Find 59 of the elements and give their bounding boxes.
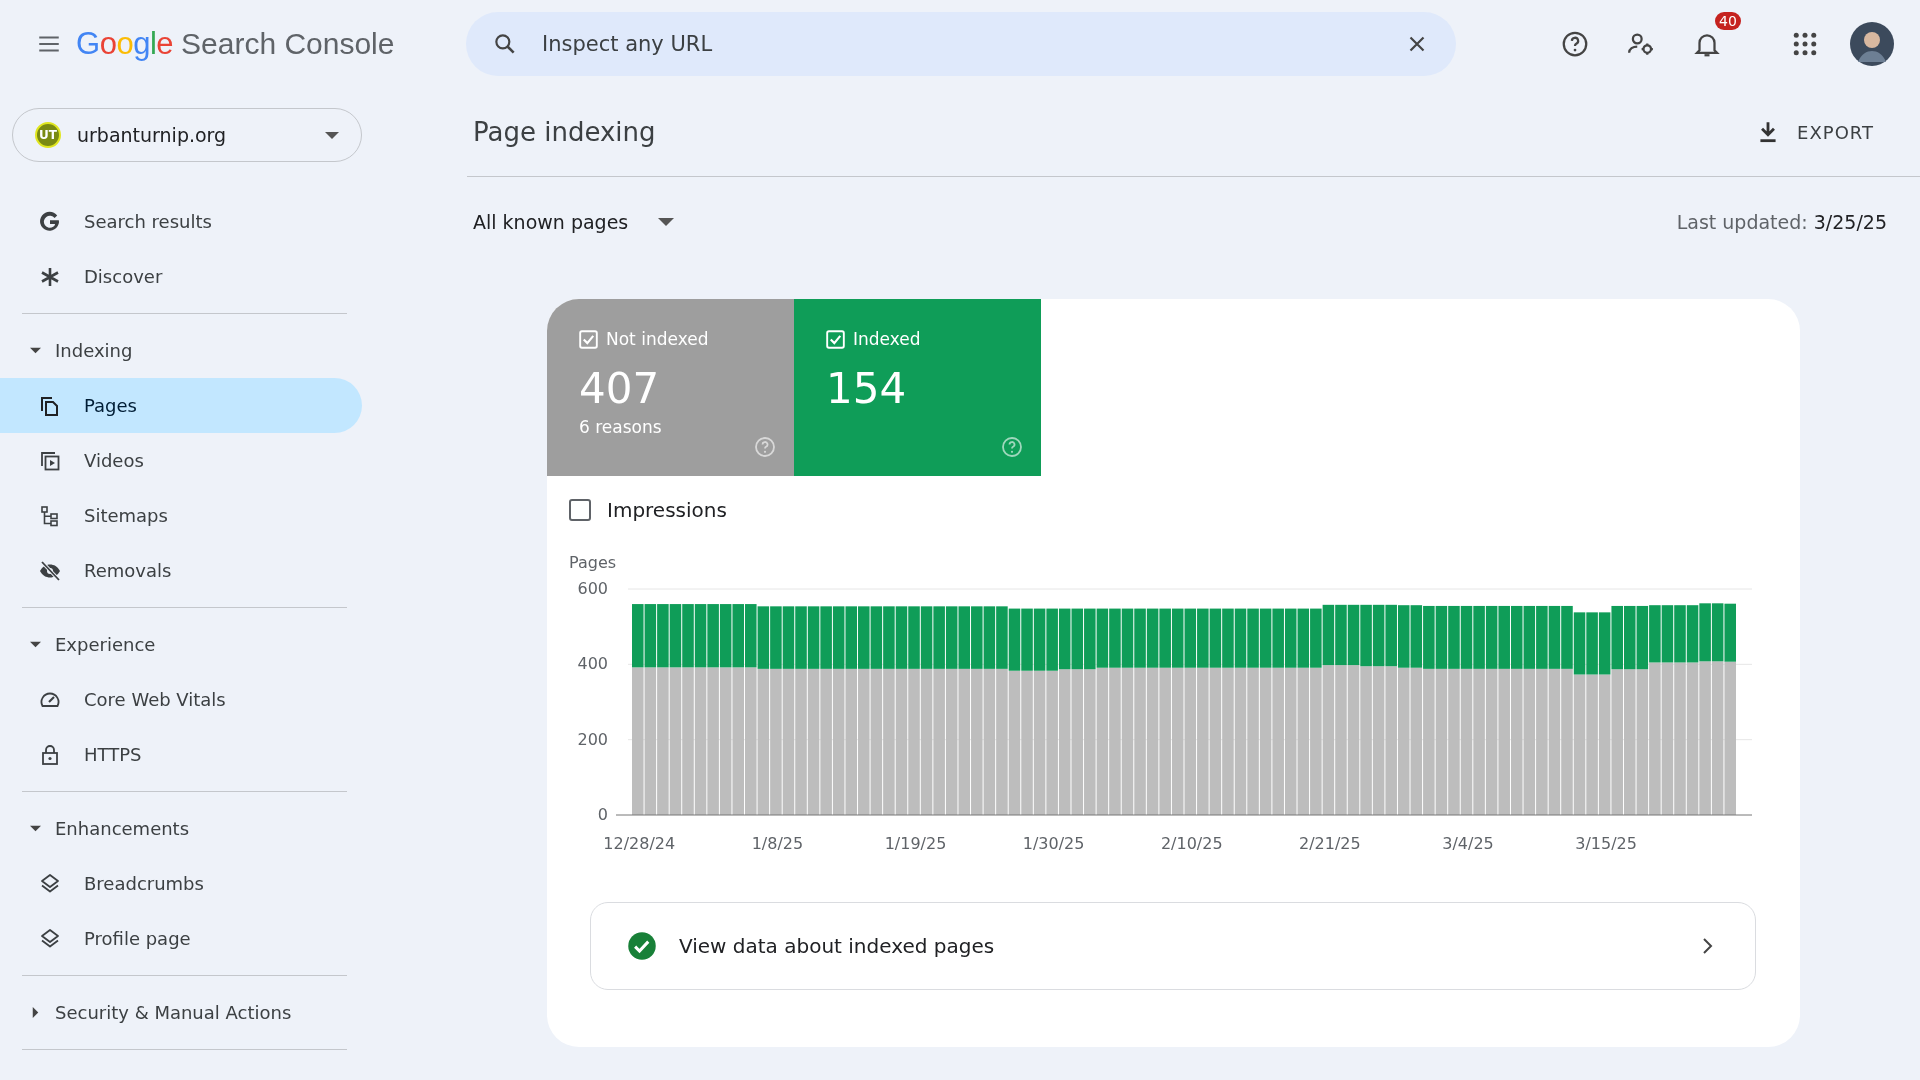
axis-title: Pages xyxy=(569,553,617,572)
caret-icon xyxy=(30,639,41,650)
checkbox-icon xyxy=(826,329,845,349)
checkbox-icon xyxy=(579,329,598,349)
axis-tick-label: 1/8/25 xyxy=(751,834,804,852)
axis-tick-label: 12/28/24 xyxy=(603,834,676,852)
impressions-checkbox[interactable] xyxy=(569,499,591,521)
caret-icon xyxy=(30,1007,41,1018)
notification-badge: 40 xyxy=(1715,12,1741,30)
axis-tick-label: 3/15/25 xyxy=(1575,834,1637,852)
pages-filter-dropdown[interactable]: All known pages xyxy=(473,211,675,233)
section-toggle[interactable]: Indexing xyxy=(0,323,133,378)
tile-value: 407 xyxy=(579,364,661,413)
caret-icon xyxy=(30,345,41,356)
section-toggle[interactable]: Experience xyxy=(0,617,156,672)
export-button[interactable]: EXPORT xyxy=(1755,119,1920,145)
caret-icon xyxy=(658,218,675,226)
nav-item[interactable]: Videos xyxy=(0,433,362,488)
product-name: Search Console xyxy=(181,27,395,61)
tile-label: Not indexed xyxy=(606,329,709,349)
axis-tick-label: 1/19/25 xyxy=(884,834,947,852)
tile-label: Indexed xyxy=(853,329,921,349)
section-toggle[interactable]: Enhancements xyxy=(0,801,190,856)
axis-tick-label: 2/21/25 xyxy=(1299,834,1361,852)
axis-tick-label: 0 xyxy=(597,805,608,824)
avatar[interactable] xyxy=(1850,22,1894,66)
nav-item[interactable]: Core Web Vitals xyxy=(0,672,362,727)
nav-item[interactable]: Sitemaps xyxy=(0,488,362,543)
property-logo: UT xyxy=(35,122,61,148)
search-field[interactable]: Inspect any URL xyxy=(466,12,1456,76)
g-letter-icon xyxy=(38,209,62,234)
nav-item[interactable]: Pages xyxy=(0,378,362,433)
last-updated: Last updated: 3/25/25 xyxy=(1676,211,1887,233)
search-input[interactable]: Inspect any URL xyxy=(540,31,1382,57)
tile-subtext: 6 reasons xyxy=(579,417,663,437)
metric-tile[interactable]: Indexed 154 xyxy=(794,299,1041,476)
impressions-label: Impressions xyxy=(607,498,727,522)
nav-item[interactable]: Discover xyxy=(0,249,362,304)
nav-item[interactable]: HTTPS xyxy=(0,727,362,782)
axis-tick-label: 2/10/25 xyxy=(1160,834,1223,852)
help-icon[interactable] xyxy=(1560,29,1590,59)
tile-value: 154 xyxy=(826,364,908,413)
check-circle-icon xyxy=(627,931,657,961)
view-data-link[interactable]: View data about indexed pages xyxy=(590,902,1756,990)
axis-tick-label: 600 xyxy=(577,579,608,598)
caret-icon xyxy=(30,823,41,834)
section-toggle[interactable]: Security & Manual Actions xyxy=(0,985,292,1040)
axis-tick-label: 400 xyxy=(577,654,608,674)
google-logo: Google xyxy=(76,26,173,62)
axis-tick-label: 1/30/25 xyxy=(1022,834,1085,852)
hidden-icon xyxy=(38,558,62,583)
nav-item[interactable]: Profile page xyxy=(0,911,362,966)
axis-tick-label: 3/4/25 xyxy=(1442,834,1494,852)
caret-icon xyxy=(325,131,339,139)
nav-item[interactable]: Search results xyxy=(0,194,362,249)
axis-tick-label: 200 xyxy=(577,729,608,749)
page-title: Page indexing xyxy=(473,117,656,147)
nav-item[interactable]: Breadcrumbs xyxy=(0,856,362,911)
nav-item[interactable]: Removals xyxy=(0,543,362,598)
